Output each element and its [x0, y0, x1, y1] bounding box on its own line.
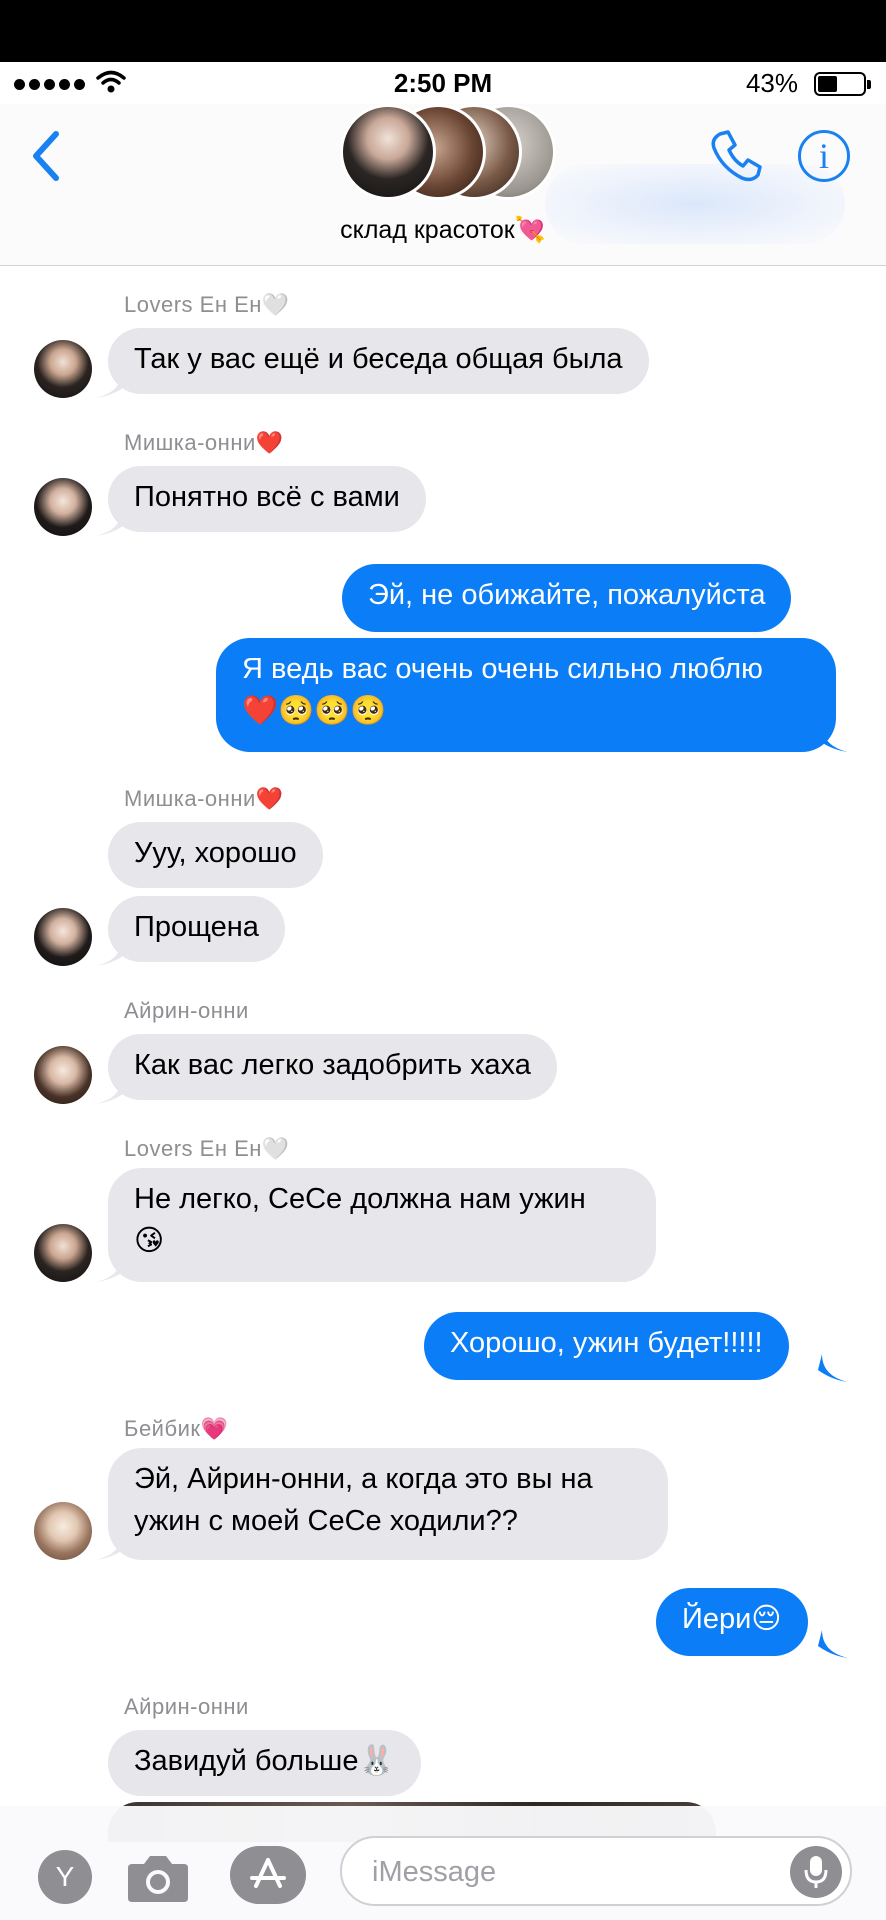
message-line: Не легко, СеСе должна нам ужин: [134, 1183, 586, 1215]
sender-name: Lovers Ен Ен🤍: [124, 1136, 290, 1161]
sender-name: Айрин-онни: [124, 998, 249, 1023]
avatar[interactable]: [34, 340, 92, 398]
battery-level-fill: [818, 76, 837, 92]
avatar[interactable]: [34, 1224, 92, 1282]
incoming-message-bubble[interactable]: Завидуй больше🐰: [108, 1730, 421, 1796]
message-input[interactable]: [372, 1852, 752, 1892]
outgoing-message-bubble[interactable]: Эй, не обижайте, пожалуйста: [342, 564, 792, 632]
y-app-icon[interactable]: Y: [38, 1850, 92, 1904]
incoming-message-bubble[interactable]: Эй, Айрин-онни, а когда это вы на ужин с…: [108, 1448, 668, 1560]
camera-icon[interactable]: [126, 1852, 190, 1904]
sender-name: Бейбик💗: [124, 1416, 229, 1441]
sender-name: Мишка-онни❤️: [124, 430, 284, 455]
incoming-message-bubble[interactable]: Как вас легко задобрить хаха: [108, 1034, 557, 1100]
message-line: 😘: [134, 1225, 165, 1257]
message-line: ужин с моей СеСе ходили??: [134, 1505, 518, 1537]
sender-name: Мишка-онни❤️: [124, 786, 284, 811]
incoming-message-bubble[interactable]: Прощена: [108, 896, 285, 962]
status-bar: 2:50 PM 43%: [0, 62, 886, 104]
incoming-message-bubble[interactable]: Ууу, хорошо: [108, 822, 323, 888]
group-title[interactable]: склад красоток💘: [0, 216, 886, 245]
message-line: Я ведь вас очень очень сильно люблю: [242, 653, 763, 685]
outgoing-message-bubble[interactable]: Я ведь вас очень очень сильно люблю ❤️🥺🥺…: [216, 638, 836, 752]
outgoing-message-bubble[interactable]: Йери😔: [656, 1588, 808, 1656]
avatar[interactable]: [34, 1046, 92, 1104]
top-black-bar: [0, 0, 886, 62]
group-avatar-1: [340, 104, 436, 200]
microphone-icon[interactable]: [790, 1846, 842, 1898]
sender-name: Lovers Ен Ен🤍: [124, 292, 290, 317]
message-line: Эй, Айрин-онни, а когда это вы на: [134, 1463, 593, 1495]
battery-percent: 43%: [745, 68, 798, 98]
avatar[interactable]: [34, 908, 92, 966]
incoming-message-bubble[interactable]: Понятно всё с вами: [108, 466, 426, 532]
app-store-icon[interactable]: [230, 1846, 306, 1904]
incoming-message-bubble[interactable]: Не легко, СеСе должна нам ужин 😘: [108, 1168, 656, 1282]
avatar[interactable]: [34, 478, 92, 536]
battery-icon: [814, 72, 871, 96]
info-icon[interactable]: i: [798, 130, 850, 182]
message-input-field[interactable]: [340, 1836, 852, 1906]
incoming-message-bubble[interactable]: Так у вас ещё и беседа общая была: [108, 328, 649, 394]
back-chevron-icon[interactable]: [28, 128, 64, 184]
message-line: ❤️🥺🥺🥺: [242, 695, 387, 727]
phone-icon[interactable]: [708, 128, 764, 184]
group-avatars[interactable]: [340, 104, 560, 204]
avatar[interactable]: [34, 1502, 92, 1560]
conversation-header: склад красоток💘 i: [0, 104, 886, 266]
outgoing-message-bubble[interactable]: Хорошо, ужин будет!!!!!: [424, 1312, 789, 1380]
sender-name: Айрин-онни: [124, 1694, 249, 1719]
composer-bar: Y: [0, 1806, 886, 1920]
